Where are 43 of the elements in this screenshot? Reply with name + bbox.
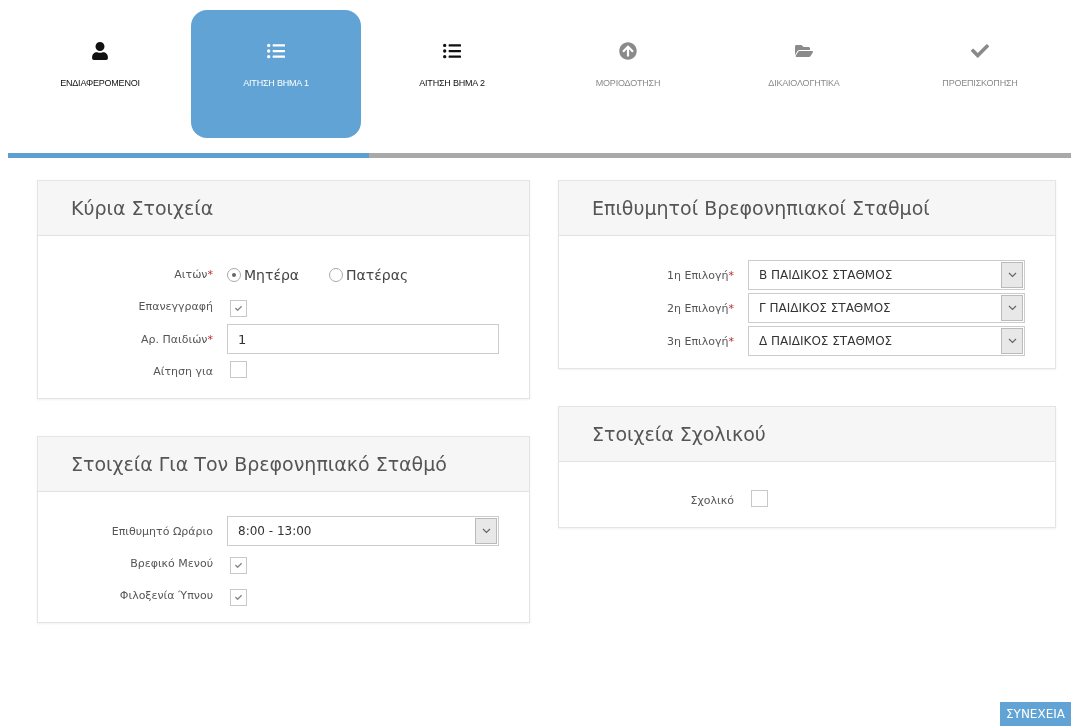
upload-icon	[619, 42, 637, 60]
check-icon	[235, 304, 242, 312]
radio-label: Πατέρας	[346, 266, 409, 283]
select-field[interactable]: 8:00 - 13:00	[227, 516, 499, 546]
check-icon	[971, 42, 989, 60]
radio-label: Μητέρα	[244, 266, 300, 283]
checkbox[interactable]	[751, 490, 768, 507]
check-icon	[235, 561, 242, 569]
field-label: Αιτών	[174, 268, 208, 281]
field-label: Σχολικό	[690, 494, 734, 507]
required-mark: *	[728, 301, 734, 315]
select-field[interactable]: Β ΠΑΙΔΙΚΟΣ ΣΤΑΘΜΟΣ	[748, 260, 1025, 290]
list-icon	[443, 42, 461, 60]
checkbox[interactable]	[230, 361, 247, 378]
field-label: Αρ. Παιδιών	[140, 332, 208, 346]
select-field[interactable]: Δ ΠΑΙΔΙΚΟΣ ΣΤΑΘΜΟΣ	[748, 326, 1025, 356]
panel-title: Κύρια Στοιχεία	[71, 197, 214, 219]
select-field[interactable]: Γ ΠΑΙΔΙΚΟΣ ΣΤΑΘΜΟΣ	[748, 293, 1025, 323]
step-tab[interactable]: ΕΝΔΙΑΦΕΡΟΜΕΝΟΙ	[15, 10, 185, 138]
checkbox[interactable]	[230, 588, 247, 606]
check-icon	[235, 593, 242, 601]
input-field[interactable]: 1	[227, 324, 499, 354]
folder-icon	[795, 42, 813, 60]
panel-title: Στοιχεία Για Τον Βρεφονηπιακό Σταθμό	[71, 453, 447, 475]
field-label: Αίτηση για	[153, 365, 213, 378]
required-mark: *	[207, 332, 213, 346]
required-mark: *	[207, 268, 213, 281]
panel-title: Στοιχεία Σχολικού	[592, 423, 766, 445]
user-icon	[91, 42, 109, 60]
required-mark: *	[728, 268, 734, 282]
list-icon	[267, 42, 285, 60]
step-tab[interactable]: ΑΙΤΗΣΗ ΒΗΜΑ 2	[367, 10, 537, 138]
field-label: Βρεφικό Μενού	[130, 557, 213, 570]
checkbox[interactable]	[230, 556, 247, 574]
required-mark: *	[728, 334, 734, 348]
field-label: Επανεγγραφή	[138, 300, 213, 313]
field-label: 2η Επιλογή	[667, 301, 729, 315]
field-label: Επιθυμητό Ωράριο	[111, 524, 213, 538]
field-label: 3η Επιλογή	[667, 334, 729, 348]
field-label: Φιλοξενία Ύπνου	[119, 589, 213, 602]
field-label: 1η Επιλογή	[667, 268, 729, 282]
checkbox[interactable]	[230, 299, 247, 317]
panel-title: Επιθυμητοί Βρεφονηπιακοί Σταθμοί	[592, 197, 930, 219]
